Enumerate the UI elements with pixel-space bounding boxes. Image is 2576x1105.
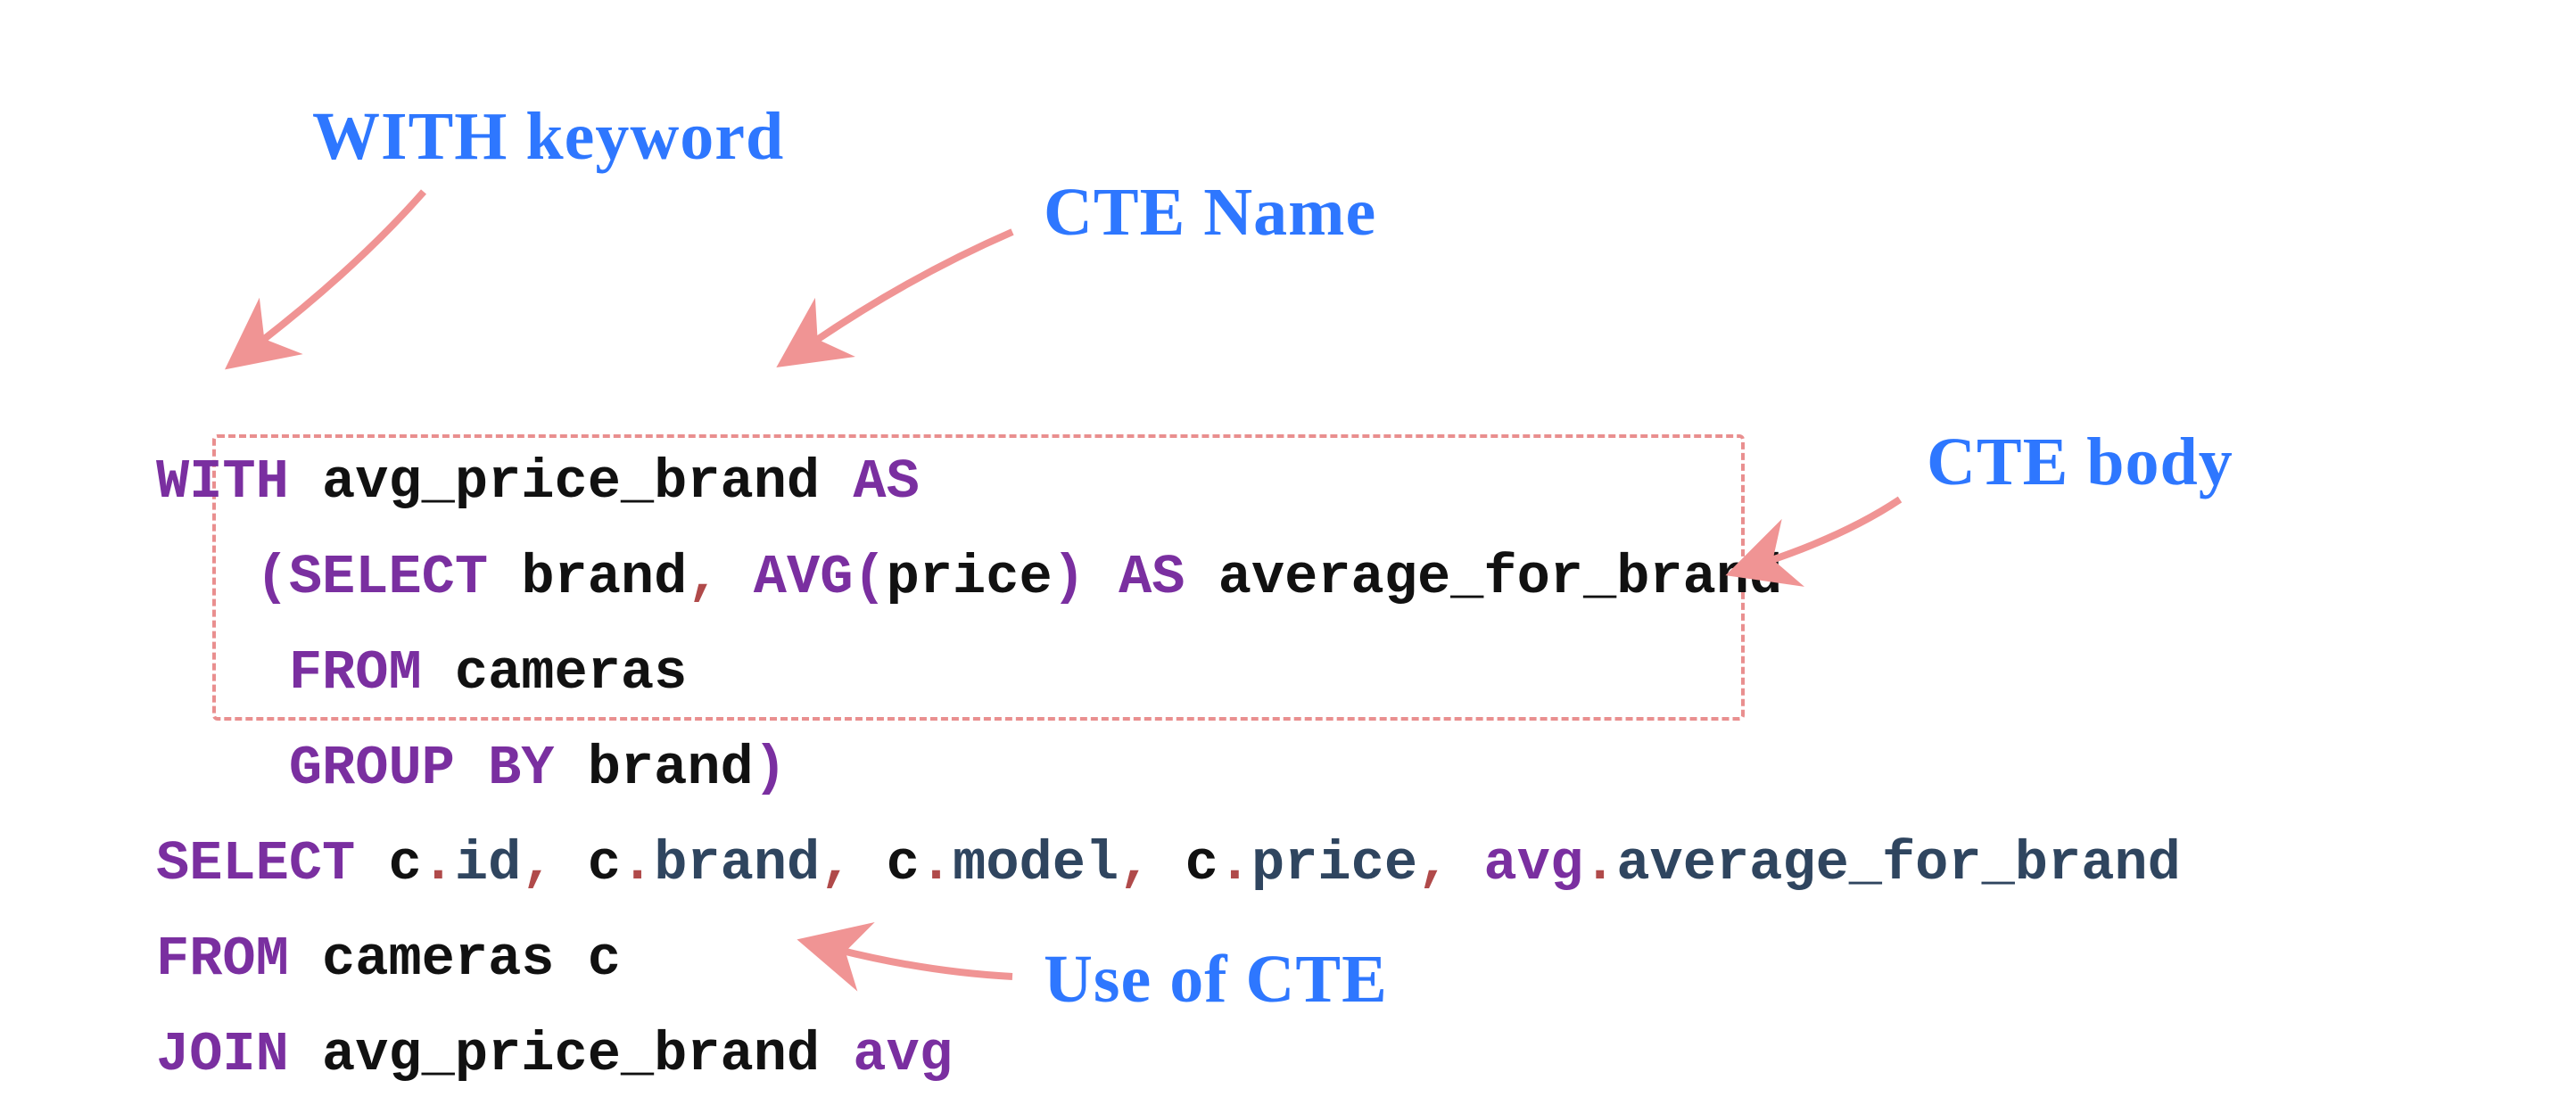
alias-avg: avg: [1483, 832, 1583, 895]
prop-price: price: [1251, 832, 1417, 895]
dot-2: .: [621, 832, 654, 895]
cte-ref: avg_price_brand: [322, 1023, 820, 1086]
dot-3: .: [920, 832, 953, 895]
kw-by: BY: [488, 737, 554, 800]
alias-c-4: c: [1185, 832, 1218, 895]
rparen: ): [754, 737, 787, 800]
comma-3: ,: [1119, 832, 1152, 895]
dot-1: .: [422, 832, 455, 895]
dot-4: .: [1218, 832, 1251, 895]
alias-aveforband: average_for_brand: [1218, 546, 1783, 609]
alias-c-2: c: [588, 832, 621, 895]
tbl-cameras: cameras: [455, 641, 687, 705]
arrow-with-keyword: [259, 192, 424, 343]
kw-as-2: AS: [1119, 546, 1185, 609]
col-brand: brand: [521, 546, 687, 609]
kw-select-2: SELECT: [156, 832, 355, 895]
col-price: price: [887, 546, 1053, 609]
alias-c: c: [588, 928, 621, 991]
alias-avg-2: avg: [853, 1023, 953, 1086]
line-3: FROM cameras: [156, 641, 687, 705]
line-6: FROM cameras c: [156, 928, 621, 991]
kw-with: WITH: [156, 450, 289, 514]
comma-1: ,: [521, 832, 554, 895]
line-7: JOIN avg_price_brand avg: [156, 1023, 953, 1086]
func-avg: AVG: [754, 546, 854, 609]
kw-as: AS: [853, 450, 919, 514]
cte-name: avg_price_brand: [322, 450, 820, 514]
prop-id: id: [455, 832, 521, 895]
annotation-with-keyword: WITH keyword: [312, 98, 784, 176]
line-1: WITH avg_price_brand AS: [156, 450, 920, 514]
sql-code: WITH avg_price_brand AS (SELECT brand, A…: [156, 339, 2181, 1105]
prop-model: model: [953, 832, 1119, 895]
kw-join: JOIN: [156, 1023, 289, 1086]
kw-from-2: FROM: [156, 928, 289, 991]
tbl-cameras-2: cameras: [322, 928, 554, 991]
kw-select: SELECT: [289, 546, 488, 609]
line-5: SELECT c.id, c.brand, c.model, c.price, …: [156, 832, 2181, 895]
comma-2: ,: [820, 832, 853, 895]
annotation-cte-name: CTE Name: [1044, 174, 1376, 252]
col-brand-2: brand: [588, 737, 754, 800]
prop-brand: brand: [654, 832, 820, 895]
dot-5: .: [1583, 832, 1616, 895]
kw-from: FROM: [289, 641, 422, 705]
line-4: GROUP BY brand): [156, 737, 787, 800]
prop-avgforbrand: average_for_brand: [1616, 832, 2181, 895]
comma: ,: [687, 546, 720, 609]
lparen2: (: [853, 546, 886, 609]
line-2: (SELECT brand, AVG(price) AS average_for…: [156, 546, 1782, 609]
diagram-stage: WITH keyword CTE Name CTE body Use of CT…: [0, 0, 2576, 1105]
comma-4: ,: [1417, 832, 1450, 895]
arrow-cte-name: [812, 232, 1012, 343]
alias-c-3: c: [887, 832, 920, 895]
lparen: (: [256, 546, 289, 609]
kw-group: GROUP: [289, 737, 455, 800]
alias-c-1: c: [388, 832, 421, 895]
rparen2: ): [1053, 546, 1086, 609]
